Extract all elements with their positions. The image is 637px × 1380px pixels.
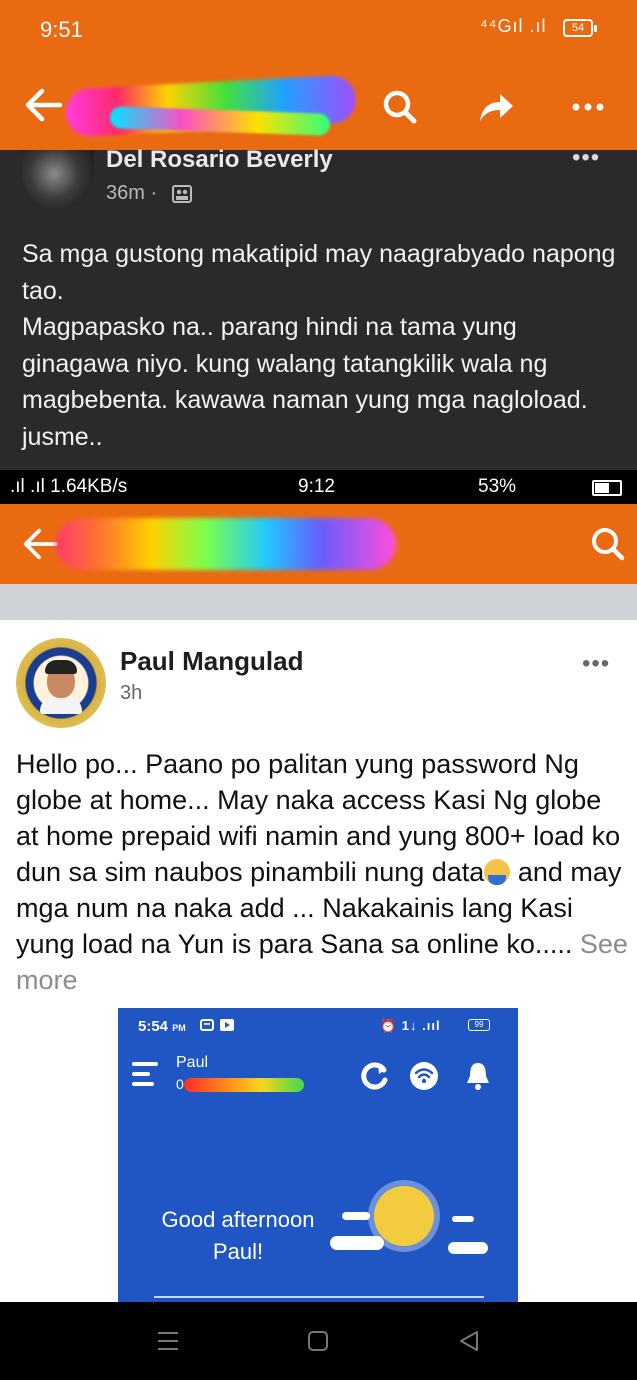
home-nav-icon[interactable] [307,1330,329,1352]
data-balance-value: 0 [176,1076,184,1092]
greeting-text: Good afternoon Paul! [138,1204,338,1268]
back-arrow-icon[interactable] [20,524,60,564]
post-card: Del Rosario Beverly 36m · ••• Sa mga gus… [0,144,637,470]
facepalm-emoji-icon [484,859,511,885]
sun-illustration-icon [374,1186,434,1246]
avatar[interactable] [22,150,94,210]
post-text: Sa mga gustong makatipid may naagrabyado… [22,240,616,451]
refresh-icon[interactable] [358,1060,390,1092]
embed-user-name: Paul [176,1054,209,1071]
post-author[interactable]: Paul Mangulad [120,646,303,677]
back-arrow-icon[interactable] [22,84,64,126]
gallery-icon [200,1019,214,1031]
post-timestamp[interactable]: 3h [120,682,142,705]
top-app-bar [0,504,637,584]
network-speed: .ıl .ıl 1.64KB/s [10,476,128,497]
embed-status-time: 5:54 PM [138,1018,186,1035]
second-status-bar: .ıl .ıl 1.64KB/s 9:12 53% [0,470,637,504]
divider [154,1296,484,1298]
battery-indicator: 54 [563,19,597,37]
status-time: 9:51 [40,17,83,42]
menu-nav-icon[interactable] [157,1330,179,1352]
hamburger-menu-icon[interactable] [132,1062,158,1088]
top-app-bar [0,62,637,150]
greeting-line: Paul! [212,1239,264,1264]
top-status-bar: 9:51 ⁴⁴Gıl .ıl 54 [0,0,637,62]
more-icon[interactable] [568,87,608,127]
redaction-scribble [56,518,396,570]
cloud-icon [448,1242,488,1254]
friends-icon [172,185,192,203]
navigation-bar [0,1302,637,1380]
back-nav-icon[interactable] [458,1330,480,1352]
cloud-icon [330,1236,384,1250]
notification-bell-icon[interactable] [462,1060,494,1092]
post-more-button[interactable]: ••• [582,650,610,678]
embed-status-icons: ⏰ 1↓ .ııl [380,1018,441,1033]
video-icon [220,1019,234,1031]
embed-battery: 99 [468,1019,490,1031]
avatar[interactable] [16,638,106,728]
attached-screenshot[interactable]: 5:54 PM ⏰ 1↓ .ııl 99 Paul 0 Good afterno… [118,1008,518,1302]
status-time: 9:12 [298,476,335,497]
post-text: Hello po... Paano po palitan yung passwo… [16,746,628,998]
cloud-icon [342,1212,370,1220]
feed-divider [0,584,637,620]
wifi-badge-icon[interactable] [408,1060,440,1092]
post-author[interactable]: Del Rosario Beverly [106,146,333,174]
greeting-line: Good afternoon [161,1207,315,1232]
cloud-icon [452,1216,474,1222]
battery-percent: 53% [478,476,517,497]
data-balance-bar [184,1078,304,1092]
post-more-button[interactable]: ••• [572,144,600,172]
search-icon[interactable] [588,524,628,564]
battery-icon [592,480,622,496]
search-icon[interactable] [380,87,420,127]
post-timestamp[interactable]: 36m · [106,182,157,205]
signal-indicator: ⁴⁴Gıl .ıl [480,16,547,36]
post-card: Paul Mangulad 3h ••• Hello po... Paano p… [0,620,637,1302]
share-icon[interactable] [476,87,516,127]
